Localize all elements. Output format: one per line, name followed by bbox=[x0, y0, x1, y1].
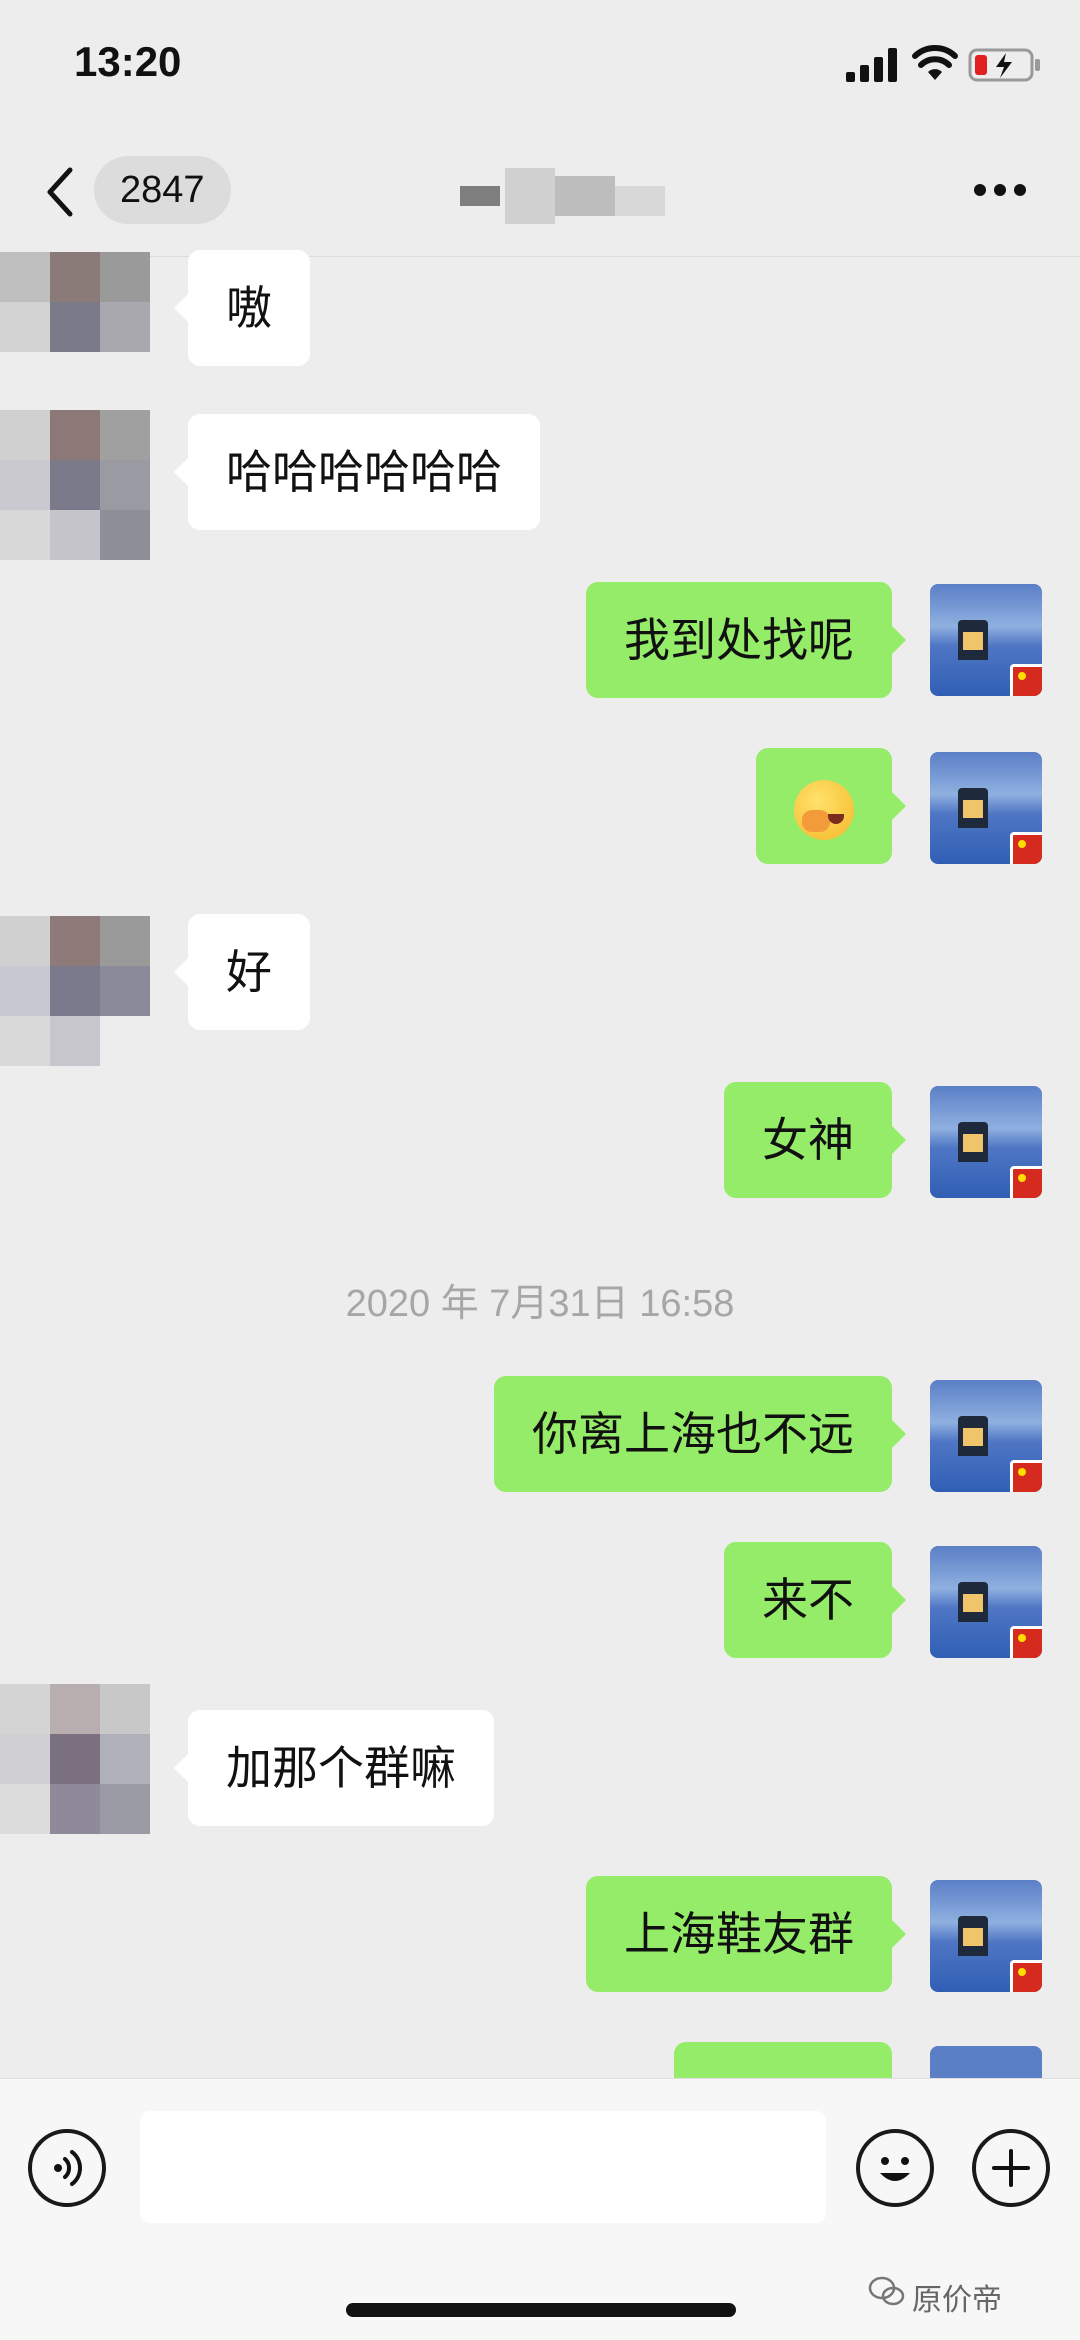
china-flag-icon bbox=[1010, 1460, 1042, 1492]
contact-avatar[interactable] bbox=[0, 252, 150, 362]
self-avatar[interactable] bbox=[930, 1546, 1042, 1658]
china-flag-icon bbox=[1010, 832, 1042, 864]
face-palm-emoji-icon bbox=[794, 779, 854, 840]
home-indicator bbox=[346, 2303, 736, 2317]
message-bubble-sent[interactable]: 来不 bbox=[724, 1542, 906, 1658]
chat-title-blurred bbox=[460, 168, 670, 224]
self-avatar[interactable] bbox=[930, 1380, 1042, 1492]
chat-header: 2847 bbox=[0, 140, 1080, 257]
china-flag-icon bbox=[1010, 664, 1042, 696]
message-bubble-received[interactable]: 哈哈哈哈哈哈 bbox=[174, 414, 540, 530]
china-flag-icon bbox=[1010, 1626, 1042, 1658]
message-bubble-sent-emoji[interactable] bbox=[756, 748, 906, 864]
message-bubble-sent[interactable]: 你离上海也不远 bbox=[494, 1376, 906, 1492]
self-avatar[interactable] bbox=[930, 1880, 1042, 1992]
unread-count-badge[interactable]: 2847 bbox=[94, 156, 231, 224]
contact-avatar[interactable] bbox=[0, 916, 150, 1066]
back-chevron-icon[interactable] bbox=[40, 162, 80, 222]
message-bubble-received[interactable]: 嗷 bbox=[174, 250, 310, 366]
message-bubble-sent[interactable]: 我到处找呢 bbox=[586, 582, 906, 698]
message-bubble-sent[interactable]: 女神 bbox=[724, 1082, 906, 1198]
message-bubble-received[interactable]: 好 bbox=[174, 914, 310, 1030]
self-avatar[interactable] bbox=[930, 1086, 1042, 1198]
wifi-icon bbox=[912, 45, 958, 80]
contact-avatar[interactable] bbox=[0, 410, 150, 560]
message-bubble-sent[interactable]: 上海鞋友群 bbox=[586, 1876, 906, 1992]
self-avatar-partial[interactable] bbox=[930, 2046, 1042, 2078]
message-input-bar: 原价帝 bbox=[0, 2078, 1080, 2340]
watermark-label: 原价帝 bbox=[912, 2283, 1002, 2318]
self-avatar[interactable] bbox=[930, 752, 1042, 864]
china-flag-icon bbox=[1010, 1960, 1042, 1992]
china-flag-icon bbox=[1010, 1166, 1042, 1198]
add-attachment-icon[interactable] bbox=[972, 2129, 1050, 2207]
emoji-picker-icon[interactable] bbox=[856, 2129, 934, 2207]
status-bar: 13:20 bbox=[0, 0, 1080, 140]
message-text-input[interactable] bbox=[140, 2111, 826, 2223]
chat-timestamp: 2020 年 7月31日 16:58 bbox=[345, 1283, 735, 1325]
message-bubble-sent-partial[interactable] bbox=[674, 2042, 892, 2078]
self-avatar[interactable] bbox=[930, 584, 1042, 696]
wechat-official-account-icon bbox=[868, 2276, 905, 2306]
status-time: 13:20 bbox=[74, 38, 182, 85]
contact-avatar[interactable] bbox=[0, 1684, 150, 1834]
cellular-signal-icon bbox=[846, 48, 897, 82]
voice-input-icon[interactable] bbox=[28, 2129, 106, 2207]
battery-charging-icon bbox=[968, 48, 1040, 82]
message-bubble-received[interactable]: 加那个群嘛 bbox=[174, 1710, 494, 1826]
more-options-icon[interactable] bbox=[972, 178, 1028, 202]
